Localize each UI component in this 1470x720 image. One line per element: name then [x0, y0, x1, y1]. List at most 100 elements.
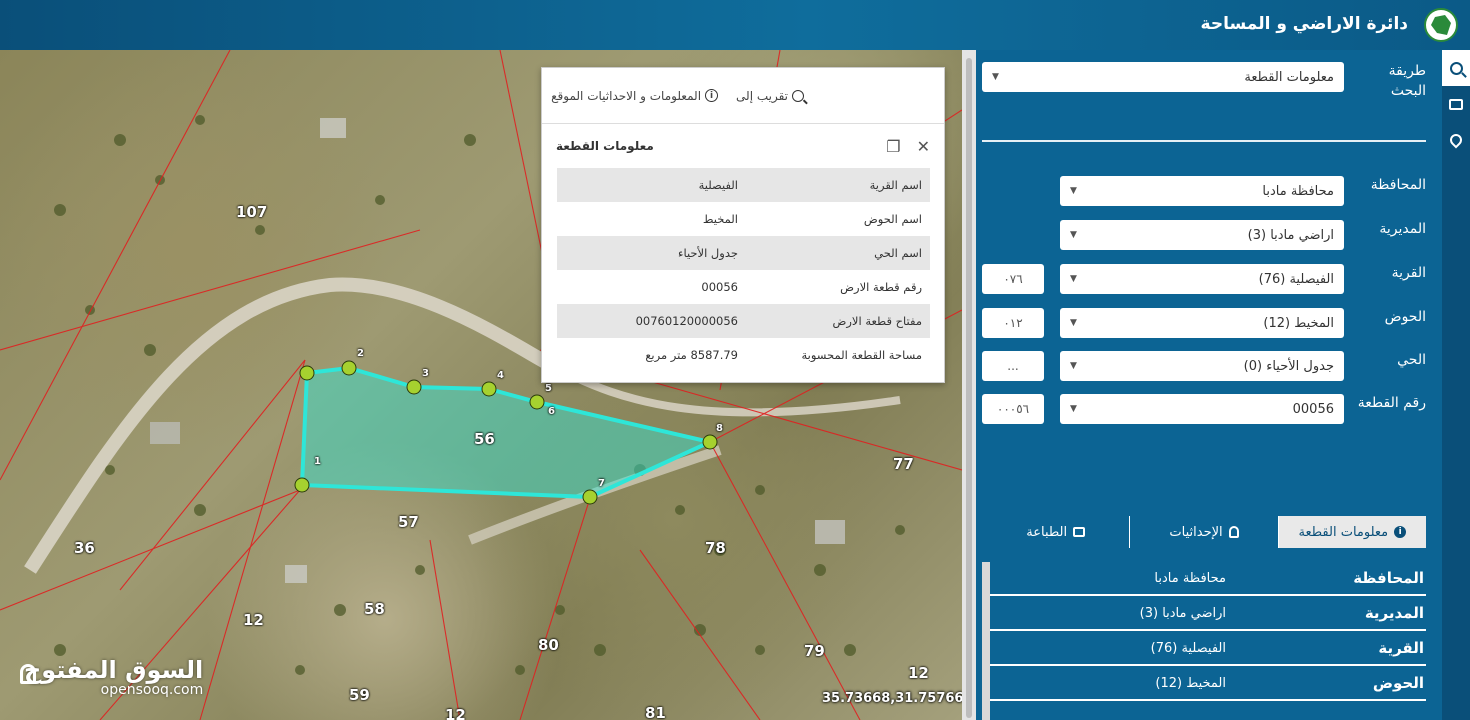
info-icon: i: [705, 89, 719, 102]
list-item: الحوض المخيط (12): [990, 667, 1426, 701]
vertex-label: 3: [422, 368, 429, 379]
watermark-english: opensooq.com: [100, 682, 204, 698]
village-value: الفيصلية (76): [1258, 271, 1334, 287]
village-select[interactable]: الفيصلية (76) ▼: [1060, 264, 1344, 294]
neighborhood-select[interactable]: جدول الأحياء (0) ▼: [1060, 351, 1344, 381]
vertex-label: 6: [548, 406, 555, 417]
maximize-icon[interactable]: ❐: [886, 137, 900, 156]
tab-coordinates[interactable]: الإحداثيات: [1129, 516, 1277, 548]
attribute-key: اسم الحوض: [863, 212, 922, 226]
parcel-vertex: [299, 365, 315, 381]
coordinate-readout: 35.73668,31.75766: [822, 691, 962, 706]
parcel-vertex: [294, 477, 310, 493]
parcel-number-field-label: رقم القطعة: [1357, 395, 1426, 411]
basin-select[interactable]: المخيط (12) ▼: [1060, 308, 1344, 338]
chevron-down-icon: ▼: [992, 72, 999, 82]
tab-parcel-info[interactable]: i معلومات القطعة: [1277, 516, 1426, 548]
popup-title: معلومات القطعة: [556, 139, 654, 153]
tab-label: الإحداثيات: [1169, 524, 1223, 540]
tab-label: الطباعة: [1026, 524, 1068, 540]
result-tabs: i معلومات القطعة الإحداثيات الطباعة: [982, 516, 1426, 548]
parcel-number-label: 36: [74, 539, 95, 557]
person-pin-icon: [1228, 526, 1239, 538]
parcel-number-label: 107: [236, 203, 268, 221]
vertex-label: 5: [545, 383, 552, 394]
search-tool-button[interactable]: [1442, 50, 1470, 86]
table-row: مفتاح قطعة الارض 00760120000056: [557, 304, 930, 338]
chevron-down-icon: ▼: [1070, 230, 1077, 240]
vertex-label: 2: [357, 348, 364, 359]
parcel-number-label: 59: [349, 686, 370, 704]
chevron-down-icon: ▼: [1070, 274, 1077, 284]
scrollbar-thumb[interactable]: [966, 58, 972, 718]
list-item: المديرية اراضي مادبا (3): [990, 597, 1426, 631]
list-item: المحافظة محافظة مادبا: [990, 562, 1426, 596]
opensooq-logo-icon: [20, 664, 36, 684]
search-method-select[interactable]: معلومات القطعة ▼: [982, 62, 1344, 92]
attribute-key: مساحة القطعة المحسوبة: [801, 348, 922, 362]
watermark-arabic: السوق المفتوح: [24, 656, 204, 684]
basin-code-field[interactable]: ٠١٢: [982, 308, 1044, 338]
directorate-label: المديرية: [1379, 221, 1426, 237]
parcel-vertex: [341, 360, 357, 376]
tab-label: معلومات القطعة: [1298, 524, 1389, 540]
chevron-down-icon: ▼: [1070, 361, 1077, 371]
parcel-number-label: 56: [474, 430, 495, 448]
governorate-select[interactable]: محافظة مادبا ▼: [1060, 176, 1344, 206]
directorate-value: اراضي مادبا (3): [1247, 227, 1334, 243]
chevron-down-icon: ▼: [1070, 318, 1077, 328]
table-row: رقم قطعة الارض 00056: [557, 270, 930, 304]
vertex-label: 7: [598, 478, 605, 489]
table-row: مساحة القطعة المحسوبة 8587.79 متر مربع: [557, 338, 930, 372]
info-list-scrollbar[interactable]: [982, 562, 990, 720]
dls-logo-icon: [1424, 8, 1458, 42]
parcel-attributes-table: اسم القرية الفيصلية اسم الحوض المخيط اسم…: [557, 168, 930, 372]
card-tool-button[interactable]: [1442, 86, 1470, 122]
parcel-number-label: 81: [645, 704, 666, 720]
vertex-label: 4: [497, 370, 504, 381]
basin-label: الحوض: [1384, 309, 1426, 325]
directorate-select[interactable]: اراضي مادبا (3) ▼: [1060, 220, 1344, 250]
info-key: القرية: [1378, 639, 1424, 657]
zoom-to-tool[interactable]: تقريب إلى: [736, 89, 804, 103]
attribute-key: رقم قطعة الارض: [840, 280, 922, 294]
section-divider: [982, 140, 1426, 142]
info-key: الحوض: [1372, 674, 1424, 692]
location-info-tool[interactable]: i المعلومات و الاحداثيات الموقع: [551, 88, 719, 103]
tab-print[interactable]: الطباعة: [982, 516, 1129, 548]
parcel-number-label: 80: [538, 636, 559, 654]
village-code-field[interactable]: ٠٧٦: [982, 264, 1044, 294]
search-sidebar: طريقة البحث معلومات القطعة ▼ المحافظة مح…: [962, 50, 1470, 720]
parcel-vertex: [406, 379, 422, 395]
location-info-label: المعلومات و الاحداثيات الموقع: [551, 88, 702, 103]
parcel-info-popup: i المعلومات و الاحداثيات الموقع تقريب إل…: [541, 67, 945, 383]
parcel-number-label: 12: [908, 664, 929, 682]
zoom-to-label: تقريب إلى: [736, 88, 788, 103]
app-title: دائرة الاراضي و المساحة: [1200, 14, 1408, 34]
governorate-label: المحافظة: [1370, 177, 1426, 193]
basin-value: المخيط (12): [1263, 315, 1334, 331]
parcel-number-select[interactable]: 00056 ▼: [1060, 394, 1344, 424]
parcel-number-label: 57: [398, 513, 419, 531]
attribute-value: 00056: [701, 280, 738, 294]
chevron-down-icon: ▼: [1070, 404, 1077, 414]
parcel-vertex: [529, 394, 545, 410]
chevron-down-icon: ▼: [1070, 186, 1077, 196]
close-icon[interactable]: ✕: [917, 137, 930, 156]
attribute-value: المخيط: [702, 212, 738, 226]
info-value: محافظة مادبا: [1154, 570, 1226, 586]
location-tool-button[interactable]: [1442, 122, 1470, 158]
neighborhood-code-field[interactable]: ...: [982, 351, 1044, 381]
location-pin-icon: [1447, 131, 1465, 149]
parcel-number-label: 78: [705, 539, 726, 557]
parcel-vertex: [702, 434, 718, 450]
sidebar-scrollbar[interactable]: [962, 50, 976, 720]
info-key: المديرية: [1364, 604, 1424, 622]
list-item: القرية الفيصلية (76): [990, 632, 1426, 666]
parcel-code-field[interactable]: ٠٠٠٥٦: [982, 394, 1044, 424]
search-method-value: معلومات القطعة: [1244, 69, 1334, 85]
attribute-value: الفيصلية: [557, 168, 750, 202]
attribute-key: اسم القرية: [750, 168, 930, 202]
parcel-number-value: 00056: [1292, 401, 1334, 417]
table-row: اسم الحوض المخيط: [557, 202, 930, 236]
